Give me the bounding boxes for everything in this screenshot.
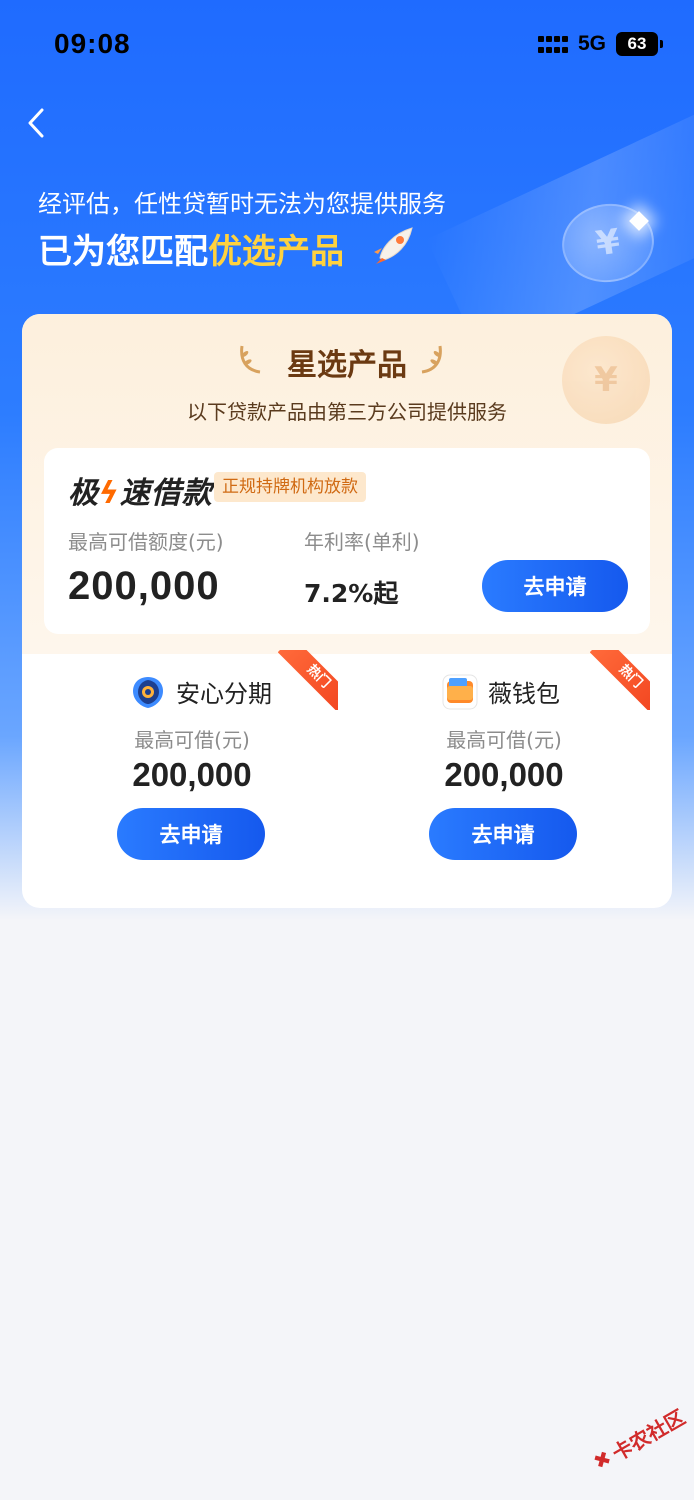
product-max-label: 最高可借(元): [446, 728, 562, 752]
featured-name-part1: 极: [68, 476, 99, 511]
status-bar: 09:08 5G 63: [0, 0, 694, 90]
watermark: ✖ 卡农社区: [585, 1395, 694, 1482]
hot-ribbon: 热门: [590, 650, 650, 710]
headline-highlight: 优选产品: [208, 232, 344, 272]
weiqianbao-app-icon: [442, 674, 478, 710]
page-headline: 已为您匹配优选产品: [38, 224, 344, 273]
watermark-text: 卡农社区: [607, 1404, 689, 1466]
signal-icon: [538, 36, 568, 56]
anxin-apply-button[interactable]: 去申请: [117, 808, 265, 860]
product-name: 安心分期: [176, 680, 272, 708]
featured-apply-button[interactable]: 去申请: [482, 560, 628, 612]
product-item-anxin[interactable]: 热门 安心分期 最高可借(元) 200,000 去申请: [22, 650, 347, 880]
featured-product-name: 极ϟ速借款: [68, 468, 213, 512]
rate-value: 7.2%起: [304, 579, 399, 608]
hot-label: 热门: [278, 650, 338, 710]
network-label: 5G: [578, 32, 607, 55]
assessment-message: 经评估，任性贷暂时无法为您提供服务: [38, 190, 446, 218]
product-item-weiqianbao[interactable]: 热门 薇钱包 最高可借(元) 200,000 去申请: [334, 650, 659, 880]
hot-label: 热门: [590, 650, 650, 710]
battery-icon: 63: [616, 32, 663, 56]
lightning-icon: ϟ: [99, 476, 120, 511]
product-max-amount: 200,000: [444, 756, 564, 793]
product-max-label: 最高可借(元): [134, 728, 250, 752]
laurel-right-icon: [418, 342, 446, 376]
weiqianbao-apply-button[interactable]: 去申请: [429, 808, 577, 860]
featured-product: 极ϟ速借款 正规持牌机构放款 最高可借额度(元) 年利率(单利) 200,000…: [44, 448, 650, 634]
section-title: 星选产品: [287, 348, 407, 383]
battery-level: 63: [627, 34, 647, 53]
hot-ribbon: 热门: [278, 650, 338, 710]
product-max-amount: 200,000: [132, 756, 252, 793]
max-amount-value: 200,000: [68, 564, 220, 608]
featured-name-part2: 速借款: [119, 476, 213, 511]
product-name: 薇钱包: [488, 680, 560, 708]
status-time: 09:08: [54, 28, 131, 59]
rocket-icon: [372, 224, 418, 266]
max-amount-label: 最高可借额度(元): [68, 530, 224, 554]
back-arrow-icon[interactable]: [20, 106, 54, 140]
rate-label: 年利率(单利): [304, 530, 420, 554]
product-card: ¥ 星选产品 以下贷款产品由第三方公司提供服务 极ϟ速借款 正规持牌机构放款 最…: [22, 314, 672, 908]
headline-prefix: 已为您匹配: [38, 232, 208, 272]
anxin-app-icon: [130, 674, 166, 710]
section-subtitle: 以下贷款产品由第三方公司提供服务: [187, 400, 507, 424]
licensed-badge: 正规持牌机构放款: [214, 472, 366, 502]
